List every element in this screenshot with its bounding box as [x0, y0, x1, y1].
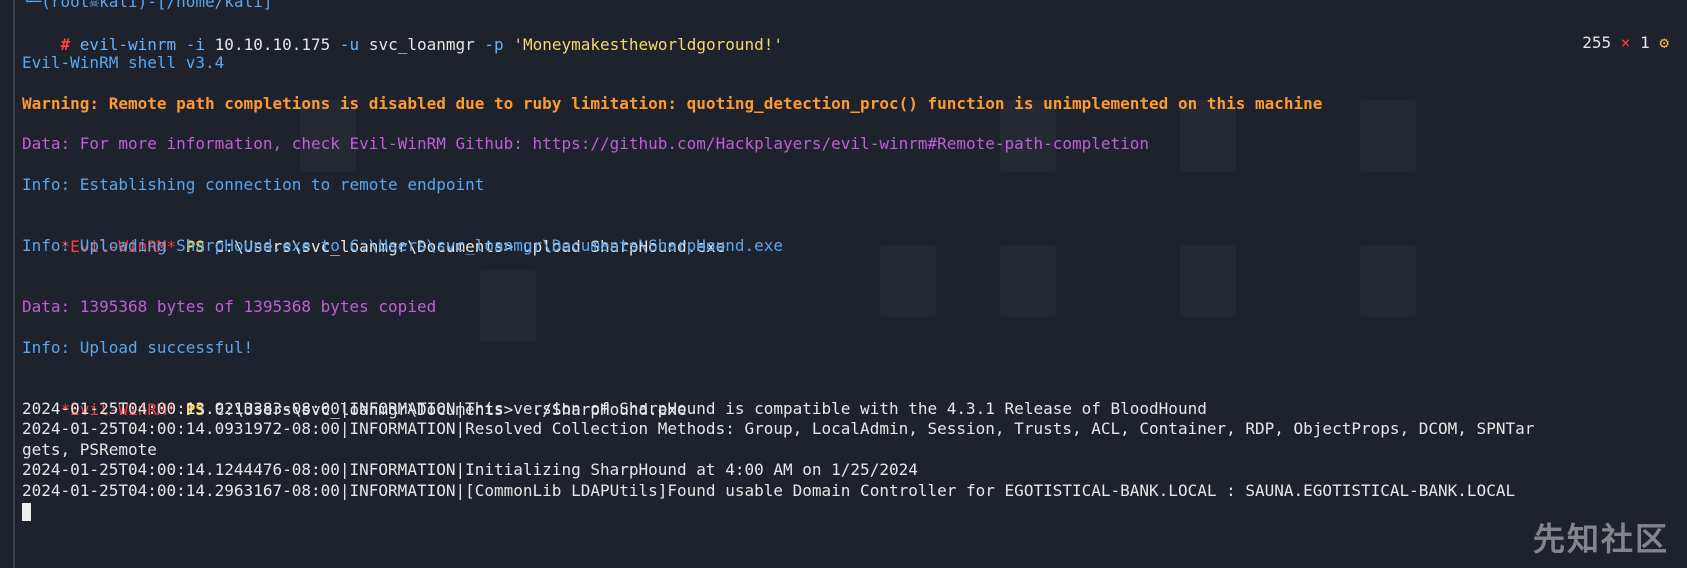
shell-prompt-path: └─(root☠kali)-[/home/kali]: [22, 0, 273, 11]
background-file-icon: [1000, 245, 1056, 317]
warning-message: Warning: Remote path completions is disa…: [22, 94, 1323, 113]
background-file-icon: [1360, 245, 1416, 317]
gear-icon: ⚙: [1659, 33, 1669, 52]
terminal-cursor: [22, 503, 31, 521]
target-ip: 10.10.10.175: [214, 35, 331, 54]
info-uploading: Info: Uploading SharpHound.exe to C:\Use…: [22, 236, 783, 255]
terminal-window[interactable]: └─(root☠kali)-[/home/kali] # evil-winrm …: [0, 0, 1687, 568]
ps-prompt-run: *Evil-WinRM* PS C:\Users\svc_loanmgr\Doc…: [22, 377, 687, 419]
username: svc_loanmgr: [368, 35, 475, 54]
shell-banner: Evil-WinRM shell v3.4: [22, 53, 225, 72]
log-line: gets, PSRemote: [22, 440, 157, 459]
data-bytes-copied: Data: 1395368 bytes of 1395368 bytes cop…: [22, 297, 437, 316]
info-connecting: Info: Establishing connection to remote …: [22, 175, 485, 194]
data-more-info: Data: For more information, check Evil-W…: [22, 134, 1150, 153]
watermark-logo: 先知社区: [1532, 520, 1669, 558]
flag-p: -p: [484, 35, 504, 54]
log-line: 2024-01-25T04:00:13.9213383-08:00|INFORM…: [22, 399, 1207, 418]
prompt-gutter-line: [13, 0, 15, 568]
flag-u: -u: [339, 35, 360, 54]
password: 'Moneymakestheworldgoround!': [513, 35, 784, 54]
info-upload-success: Info: Upload successful!: [22, 338, 254, 357]
command-line[interactable]: # evil-winrm -i 10.10.10.175 -u svc_loan…: [22, 12, 784, 54]
log-line: 2024-01-25T04:00:14.2963167-08:00|INFORM…: [22, 481, 1516, 500]
job-count: 1: [1640, 33, 1650, 52]
background-file-icon: [480, 270, 536, 342]
error-x-icon: ×: [1620, 33, 1631, 52]
exit-code: 255: [1582, 33, 1612, 52]
background-file-icon: [1360, 100, 1416, 172]
background-file-icon: [880, 245, 936, 317]
ps-prompt-upload: *Evil-WinRM* PS C:\Users\svc_loanmgr\Doc…: [22, 214, 726, 256]
background-file-icon: [1180, 245, 1236, 317]
exit-status: 255 × 1 ⚙: [1544, 14, 1669, 71]
log-line: 2024-01-25T04:00:14.1244476-08:00|INFORM…: [22, 460, 918, 479]
log-line: 2024-01-25T04:00:14.0931972-08:00|INFORM…: [22, 419, 1535, 438]
